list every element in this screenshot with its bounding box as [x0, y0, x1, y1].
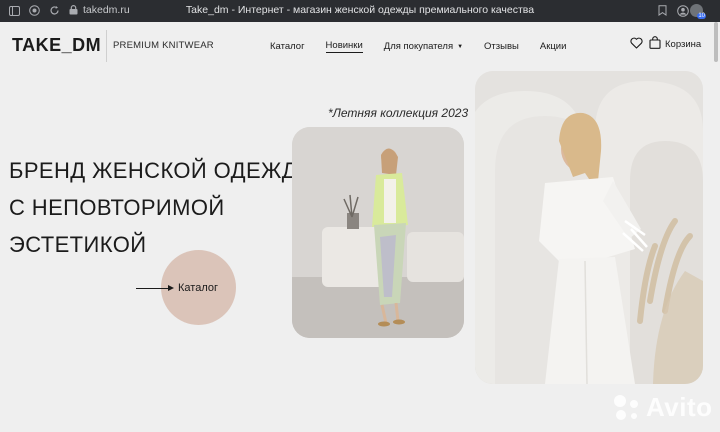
arrow-right-icon: [168, 285, 174, 291]
nav-item-for-customers-label: Для покупателя: [383, 41, 454, 52]
site-header: TAKE_DM PREMIUM KNITWEAR Каталог Новинки…: [0, 22, 720, 68]
profile-icon[interactable]: [676, 4, 689, 17]
hero-headline-line-1: БРЕНД ЖЕНСКОЙ ОДЕЖДЫ: [9, 158, 317, 183]
bookmark-icon[interactable]: [656, 4, 669, 17]
heart-icon[interactable]: [630, 37, 643, 49]
avito-watermark-text: Avito: [646, 392, 713, 422]
site-logo[interactable]: TAKE_DM: [12, 35, 101, 56]
site-tagline: PREMIUM KNITWEAR: [113, 40, 214, 51]
collection-label: *Летняя коллекция 2023: [328, 106, 469, 120]
shopping-bag-icon[interactable]: [649, 36, 661, 49]
nav-item-new[interactable]: Новинки: [325, 40, 363, 53]
main-nav: Каталог Новинки Для покупателя ▼ Отзывы …: [270, 40, 587, 53]
browser-toolbar: takedm.ru Take_dm - Интернет - магазин ж…: [0, 0, 720, 22]
address-bar[interactable]: takedm.ru: [83, 4, 130, 16]
hero-photo-small: [292, 127, 464, 338]
avito-logo-icon: [614, 394, 638, 420]
nav-item-reviews[interactable]: Отзывы: [484, 40, 519, 53]
extension-icon[interactable]: 10: [690, 4, 706, 19]
lock-icon: [69, 5, 78, 15]
page-scrollbar[interactable]: [714, 22, 718, 62]
hero-headline-line-2: С НЕПОВТОРИМОЙ: [9, 195, 225, 220]
catalog-cta-button[interactable]: Каталог: [178, 282, 218, 294]
hero-headline: БРЕНД ЖЕНСКОЙ ОДЕЖДЫ С НЕПОВТОРИМОЙ ЭСТЕ…: [9, 152, 317, 263]
nav-item-sales[interactable]: Акции: [540, 40, 567, 53]
hero-headline-line-3: ЭСТЕТИКОЙ: [9, 232, 147, 257]
reload-icon[interactable]: [48, 4, 61, 17]
arrow-line-icon: [136, 288, 170, 289]
chevron-down-icon: ▼: [457, 43, 464, 50]
extension-badge-count: 10: [697, 13, 706, 19]
logo-divider: [106, 30, 107, 62]
nav-item-catalog[interactable]: Каталог: [270, 40, 305, 53]
shield-icon[interactable]: [28, 4, 41, 17]
sidebar-toggle-icon[interactable]: [8, 4, 21, 17]
avito-watermark: Avito: [612, 392, 713, 423]
hero-photo-large: [475, 71, 703, 384]
cart-link[interactable]: Корзина: [665, 39, 701, 50]
nav-item-for-customers[interactable]: Для покупателя ▼: [384, 40, 463, 53]
